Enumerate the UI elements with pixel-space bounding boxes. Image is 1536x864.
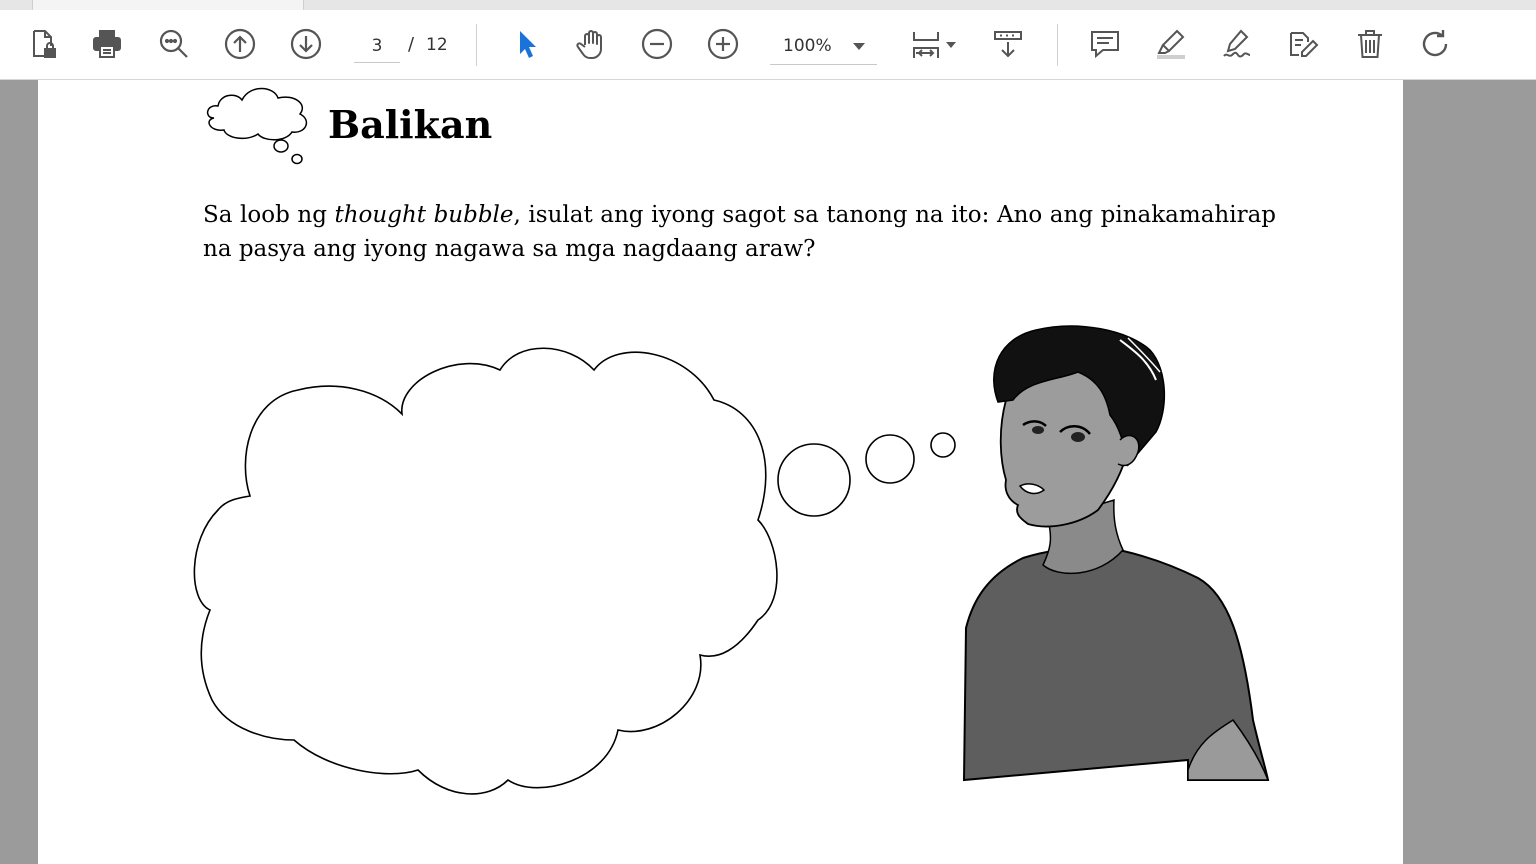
scroll-mode-icon[interactable] (988, 24, 1028, 64)
zoom-out-icon[interactable] (637, 24, 677, 64)
toolbar-divider (476, 24, 477, 66)
delete-icon[interactable] (1350, 24, 1390, 64)
instruction-paragraph: Sa loob ng thought bubble, isulat ang iy… (203, 198, 1276, 266)
zoom-level-select[interactable]: 100% (770, 30, 877, 65)
section-title: Balikan (328, 102, 493, 147)
hand-icon[interactable] (571, 24, 611, 64)
tab-strip (0, 0, 1536, 10)
instruction-italic-term: thought bubble (334, 202, 514, 228)
rotate-icon[interactable] (1415, 24, 1455, 64)
select-arrow-icon[interactable] (505, 24, 545, 64)
sign-icon[interactable] (1217, 24, 1257, 64)
page-fit-icon[interactable] (906, 24, 946, 64)
large-thought-bubble (193, 347, 956, 795)
pdf-page: Balikan Sa loob ng thought bubble, isula… (38, 80, 1403, 864)
total-pages: 12 (426, 35, 448, 55)
find-icon[interactable] (154, 24, 194, 64)
page-number-input[interactable]: 3 (354, 30, 400, 63)
page-separator: / (408, 34, 415, 55)
page-fit-dropdown-icon[interactable] (946, 42, 956, 48)
page-down-icon[interactable] (286, 24, 326, 64)
boy-illustration (962, 325, 1270, 782)
toolbar-divider (1057, 24, 1058, 66)
edit-icon[interactable] (1283, 24, 1323, 64)
file-lock-icon[interactable] (22, 24, 62, 64)
title-thought-cloud-icon (206, 87, 308, 165)
comment-icon[interactable] (1085, 24, 1125, 64)
highlight-icon[interactable] (1151, 24, 1191, 64)
print-icon[interactable] (87, 24, 127, 64)
current-page-value: 3 (371, 36, 383, 56)
instruction-text-start: Sa loob ng (203, 202, 335, 228)
pdf-toolbar: 3 / 12 100% (0, 10, 1536, 80)
page-up-icon[interactable] (220, 24, 260, 64)
zoom-level-value: 100% (783, 36, 832, 56)
zoom-in-icon[interactable] (703, 24, 743, 64)
chevron-down-icon (853, 43, 865, 50)
document-tab[interactable] (32, 0, 304, 10)
